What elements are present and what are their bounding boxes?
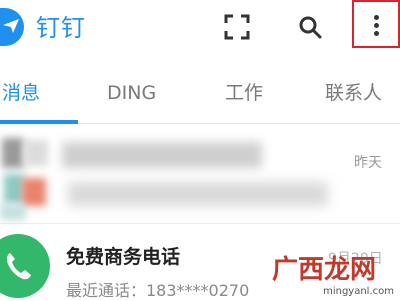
tab-ding[interactable]: DING [107, 82, 156, 104]
conversation-time: 昨天 [354, 155, 382, 171]
watermark-logo: 广西龙网 [272, 255, 377, 285]
conversation-item[interactable]: 昨天 [0, 124, 400, 224]
avatar [0, 134, 50, 222]
avatar [0, 234, 50, 298]
conversation-title-redacted [62, 142, 262, 168]
more-options-button[interactable] [352, 0, 400, 48]
watermark-url: mingyanl.com [323, 286, 394, 297]
app-title: 钉钉 [36, 14, 86, 42]
tab-contacts[interactable]: 联系人 [325, 82, 382, 104]
scan-icon[interactable] [224, 14, 250, 40]
phone-icon [6, 253, 31, 280]
conversation-preview: 最近通话：183****0270 [66, 281, 250, 300]
top-bar: 钉钉 [0, 0, 400, 56]
more-vertical-icon [374, 15, 379, 20]
dingtalk-logo-icon [0, 8, 24, 46]
tab-work[interactable]: 工作 [225, 82, 263, 104]
tab-bar: 消息 DING 工作 联系人 [0, 66, 400, 124]
tab-messages[interactable]: 消息 [2, 82, 40, 104]
search-icon[interactable] [297, 14, 323, 40]
conversation-preview-redacted [68, 182, 328, 206]
conversation-title: 免费商务电话 [66, 246, 181, 268]
